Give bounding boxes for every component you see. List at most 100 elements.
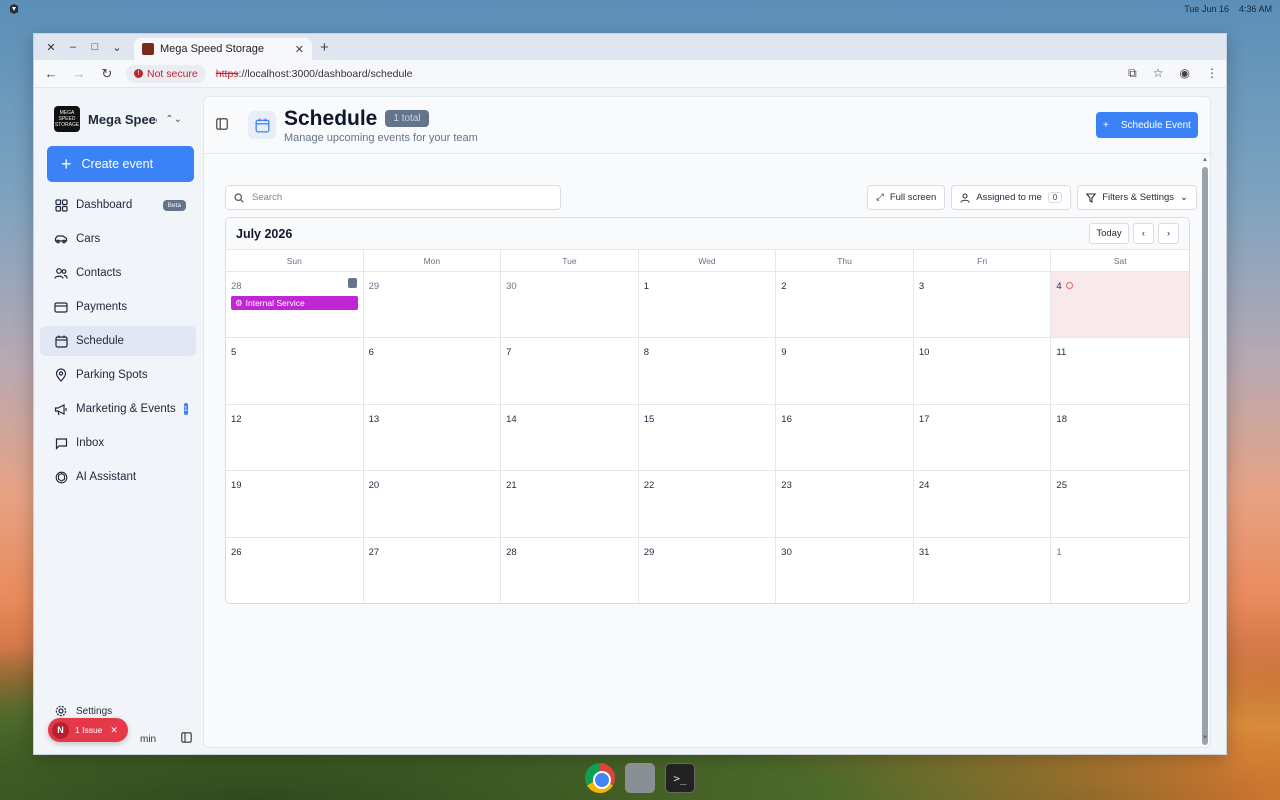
security-indicator[interactable]: ! Not secure: [126, 64, 206, 83]
next-month-icon[interactable]: ›: [1158, 223, 1179, 244]
day-cell[interactable]: 3: [913, 272, 1052, 339]
scroll-down-icon[interactable]: ▼: [1202, 735, 1208, 741]
terminal-icon[interactable]: >_: [665, 763, 695, 793]
window-close-icon[interactable]: ✕: [40, 36, 62, 58]
sidebar-item-marketing-events[interactable]: Marketing & Events 1: [40, 394, 196, 424]
day-cell[interactable]: 10: [913, 338, 1052, 405]
issues-overlay-badge[interactable]: N 1 Issue ✕: [48, 718, 128, 742]
day-cell[interactable]: 19: [226, 471, 364, 538]
day-cell[interactable]: 2: [776, 272, 914, 339]
scrollbar-thumb[interactable]: [1202, 167, 1208, 745]
schedule-event-button[interactable]: + Schedule Event: [1096, 112, 1198, 138]
card-icon: [54, 300, 68, 314]
day-cell[interactable]: 30: [501, 272, 639, 339]
day-cell[interactable]: 12: [226, 404, 364, 472]
assigned-to-me-button[interactable]: Assigned to me 0: [951, 185, 1072, 210]
day-cell[interactable]: 31: [913, 537, 1052, 603]
issue-close-icon[interactable]: ✕: [110, 725, 118, 736]
day-cell[interactable]: 23: [776, 471, 914, 538]
day-cell[interactable]: 29: [638, 537, 777, 603]
day-cell[interactable]: 16: [776, 404, 914, 472]
day-cell[interactable]: 11: [1051, 338, 1189, 405]
day-cell[interactable]: 1: [1051, 538, 1189, 603]
day-cell[interactable]: 9: [776, 338, 914, 405]
day-cell[interactable]: 25: [1051, 471, 1189, 538]
day-cell[interactable]: 5: [226, 338, 364, 405]
sidebar: MEGA SPEED STORAGE Mega Speed... ⌃⌄ + Cr…: [34, 90, 202, 754]
os-clock[interactable]: Tue Jun 16 4:36 AM: [1184, 4, 1272, 14]
tab-favicon-icon: [142, 43, 154, 55]
day-cell[interactable]: 29: [363, 272, 502, 339]
window-maximize-icon[interactable]: □: [84, 36, 106, 58]
day-cell[interactable]: 27: [363, 537, 502, 603]
today-button[interactable]: Today: [1089, 223, 1129, 244]
weekday-label: Sat: [1113, 255, 1127, 266]
sidebar-item-inbox[interactable]: Inbox: [40, 428, 196, 458]
plus-icon: +: [1103, 119, 1109, 131]
day-cell[interactable]: 15: [638, 404, 777, 472]
day-cell[interactable]: 22: [638, 471, 777, 538]
sidebar-item-cars[interactable]: Cars: [40, 224, 196, 254]
browser-menu-icon[interactable]: ⋮: [1206, 66, 1218, 81]
day-cell[interactable]: 14: [501, 404, 639, 472]
sidebar-item-contacts[interactable]: Contacts: [40, 258, 196, 288]
sidebar-item-label: Contacts: [76, 267, 122, 279]
bookmark-star-icon[interactable]: ☆: [1153, 66, 1164, 81]
os-logo-icon[interactable]: [8, 3, 20, 15]
filters-settings-button[interactable]: Filters & Settings ⌄: [1077, 185, 1197, 210]
day-cell[interactable]: 28: [501, 537, 639, 603]
taskbar-dock: >_: [578, 758, 702, 798]
sidebar-collapse-icon[interactable]: [181, 732, 192, 746]
day-cell[interactable]: 26: [226, 537, 364, 603]
chrome-icon[interactable]: [585, 763, 615, 793]
tab-close-icon[interactable]: ✕: [295, 43, 304, 56]
day-cell[interactable]: 20: [363, 471, 502, 538]
url-field[interactable]: https://localhost:3000/dashboard/schedul…: [216, 68, 413, 80]
day-cell[interactable]: 17: [913, 404, 1052, 472]
day-cell[interactable]: 21: [501, 471, 639, 538]
window-minimize-icon[interactable]: –: [62, 36, 84, 58]
profile-icon[interactable]: ◉: [1180, 66, 1190, 81]
browser-tab[interactable]: Mega Speed Storage ✕: [134, 38, 312, 60]
day-overflow-badge[interactable]: [347, 278, 357, 288]
month-label: July 2026: [236, 226, 293, 241]
day-cell[interactable]: 7: [501, 338, 639, 405]
day-cell[interactable]: 28 ⚙ Internal Service: [226, 272, 364, 339]
files-icon[interactable]: [625, 763, 655, 793]
reload-icon[interactable]: ↻: [98, 66, 116, 82]
sidebar-toggle-icon[interactable]: [216, 118, 230, 132]
day-cell[interactable]: 24: [913, 471, 1052, 538]
day-cell[interactable]: 30: [776, 537, 914, 603]
fullscreen-button[interactable]: ⤢ Full screen: [867, 185, 946, 210]
day-cell[interactable]: 1: [638, 272, 777, 339]
create-event-button[interactable]: + Create event: [47, 146, 194, 182]
brand-switcher[interactable]: MEGA SPEED STORAGE Mega Speed... ⌃⌄: [40, 100, 196, 138]
browser-window: ✕ – □ ⌄ Mega Speed Storage ✕ + ← → ↻ ! N…: [33, 33, 1227, 755]
new-tab-icon[interactable]: +: [320, 39, 329, 56]
sidebar-settings[interactable]: Settings: [40, 704, 196, 718]
previous-month-icon[interactable]: ‹: [1133, 223, 1154, 244]
calendar-event[interactable]: ⚙ Internal Service: [231, 296, 358, 310]
day-cell[interactable]: 18: [1051, 405, 1189, 472]
plus-icon: +: [61, 154, 72, 174]
tab-list-chevron-icon[interactable]: ⌄: [106, 36, 128, 58]
day-cell[interactable]: 6: [363, 338, 502, 405]
sidebar-item-payments[interactable]: Payments: [40, 292, 196, 322]
search-input[interactable]: Search: [225, 185, 561, 210]
scroll-up-icon[interactable]: ▲: [1202, 157, 1208, 163]
page-scrollbar[interactable]: ▲ ▼: [1202, 157, 1208, 745]
sidebar-item-ai-assistant[interactable]: AI Assistant: [40, 462, 196, 492]
back-icon[interactable]: ←: [42, 66, 60, 81]
day-cell[interactable]: 13: [363, 404, 502, 472]
day-number: 2: [781, 281, 787, 292]
day-cell[interactable]: 8: [638, 338, 777, 405]
sidebar-item-parking-spots[interactable]: Parking Spots: [40, 360, 196, 390]
day-number: 1: [643, 281, 649, 292]
tab-title: Mega Speed Storage: [160, 43, 264, 55]
forward-icon[interactable]: →: [70, 66, 88, 81]
sidebar-item-schedule[interactable]: Schedule: [40, 326, 196, 356]
day-cell[interactable]: 4: [1051, 272, 1189, 339]
install-app-icon[interactable]: ⧉: [1128, 66, 1137, 81]
gear-icon: ⚙: [235, 297, 243, 308]
sidebar-item-dashboard[interactable]: Dashboard Beta: [40, 190, 196, 220]
